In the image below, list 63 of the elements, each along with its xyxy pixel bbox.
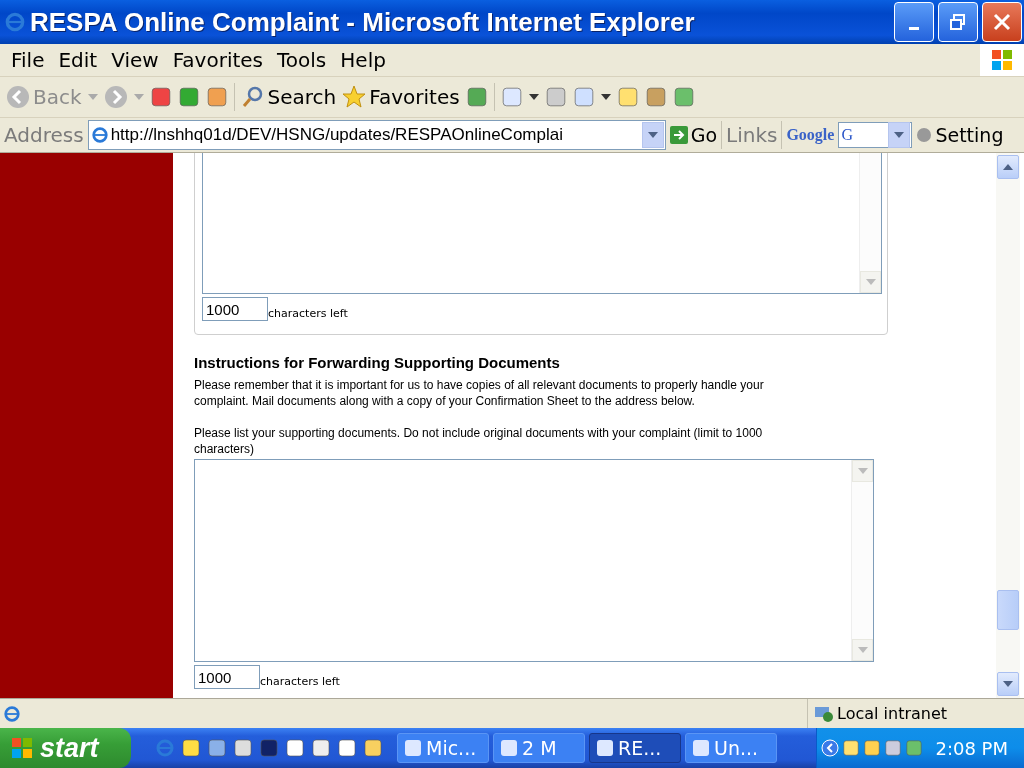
caret-icon — [87, 94, 98, 100]
ie-icon — [90, 126, 109, 144]
start-button[interactable]: start — [0, 728, 131, 768]
counter-field: 1000 — [194, 665, 260, 689]
caret-icon — [1003, 681, 1013, 687]
menu-item[interactable]: Tools — [270, 48, 334, 72]
search-icon — [240, 85, 265, 109]
taskbar-button[interactable]: RE... — [589, 733, 681, 763]
star-icon — [342, 85, 367, 109]
taskbar-button[interactable]: Mic... — [397, 733, 489, 763]
caret-icon — [857, 468, 868, 474]
menu-item[interactable]: Favorites — [165, 48, 270, 72]
taskbar-button[interactable]: 2 M — [493, 733, 585, 763]
section-heading: Instructions for Forwarding Supporting Documents — [194, 354, 561, 371]
settings-button[interactable]: Setting — [916, 124, 1004, 146]
forward-button[interactable] — [103, 85, 128, 109]
page-scrollbar[interactable] — [996, 153, 1020, 698]
restore-button[interactable] — [938, 2, 978, 42]
minimize-icon — [909, 26, 919, 30]
menu-item[interactable]: Help — [333, 48, 393, 72]
caret-icon — [894, 132, 905, 138]
caret-icon — [600, 94, 611, 100]
zone-label: Local intranet — [837, 704, 948, 723]
windows-logo-icon — [980, 44, 1024, 76]
scroll-up-button[interactable] — [997, 155, 1019, 179]
address-field[interactable]: http://lnshhq01d/DEV/HSNG/updates/RESPAOnlineComplai — [87, 120, 666, 150]
ie-icon — [155, 738, 175, 758]
close-button[interactable] — [982, 2, 1022, 42]
counter-label: characters left — [260, 675, 340, 688]
address-label: Address — [4, 123, 84, 147]
restore-icon — [949, 13, 967, 31]
menu-item[interactable]: View — [104, 48, 166, 72]
dropdown-button[interactable] — [888, 122, 911, 148]
menu-item[interactable]: Edit — [51, 48, 105, 72]
counter-field: 1000 — [202, 297, 268, 321]
scroll-thumb[interactable] — [997, 590, 1019, 630]
menu-item[interactable]: File — [4, 48, 52, 72]
caret-icon — [133, 94, 144, 100]
chevron-icon[interactable] — [821, 739, 839, 757]
instructions-text: Please list your supporting documents. Do not include original documents with your complaint (limit to 1000 characters) — [194, 425, 764, 457]
instructions-text: Please remember that it is important for us to have copies of all relevant documents to properly handle your complaint. Mail documents along with a copy of your Confirmation Sheet to the address below. — [194, 377, 765, 409]
caret-icon — [528, 94, 539, 100]
close-icon — [992, 12, 1012, 32]
radio-icon — [916, 127, 933, 143]
caret-icon — [857, 647, 868, 653]
google-logo: Google — [786, 126, 835, 144]
minimize-button[interactable] — [894, 2, 934, 42]
ie-icon — [4, 11, 26, 33]
caret-icon — [865, 279, 876, 285]
go-button[interactable]: Go — [669, 124, 717, 146]
caret-icon — [1003, 164, 1013, 170]
scroll-down-button[interactable] — [997, 672, 1019, 696]
clock: 2:08 PM — [935, 737, 1008, 759]
caret-icon — [647, 132, 658, 138]
dropdown-button[interactable] — [641, 122, 664, 148]
counter-label: characters left — [268, 307, 348, 320]
taskbar-button[interactable]: Un... — [685, 733, 777, 763]
windows-logo-icon — [10, 736, 34, 760]
google-search-field[interactable]: G — [838, 122, 913, 148]
favorites-button[interactable]: Favorites — [342, 85, 460, 109]
ie-icon — [3, 704, 21, 723]
search-button[interactable]: Search — [240, 85, 337, 109]
window-title: RESPA Online Complaint - Microsoft Internet Explorer — [30, 6, 696, 38]
